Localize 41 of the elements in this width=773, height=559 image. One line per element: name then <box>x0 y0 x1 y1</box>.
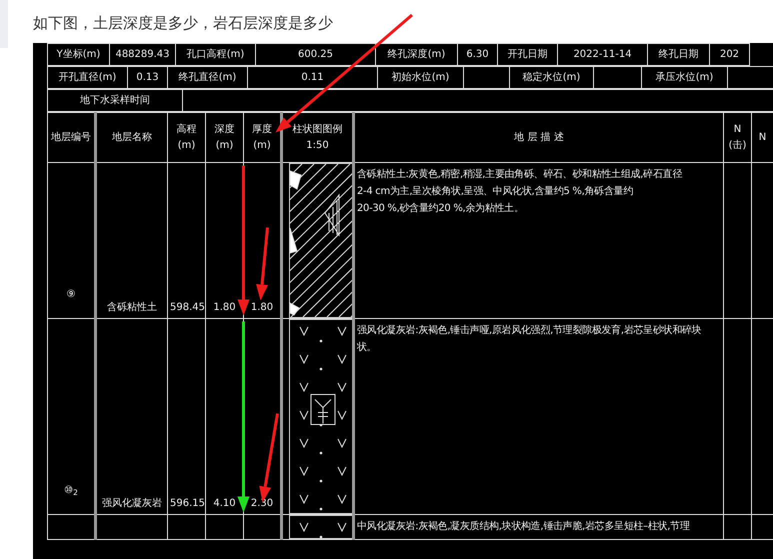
column-header: 厚度 (m) <box>252 122 272 152</box>
column-header: 地层编号 <box>51 130 91 144</box>
field-value: 2022-11-14 <box>558 44 648 66</box>
layer-name: 强风化凝灰岩 <box>102 498 162 509</box>
field-label: 开孔直径(m) <box>48 66 128 88</box>
column-header: 深度 (m) <box>214 122 234 152</box>
field-label: 稳定水位(m) <box>510 66 594 88</box>
thickness-value: 2.30 <box>250 498 274 509</box>
elevation-value: 598.45 <box>170 302 204 313</box>
elevation-value: 596.15 <box>170 498 204 509</box>
field-label: 开孔日期 <box>498 44 558 66</box>
column-header: 地层名称 <box>112 130 152 144</box>
field-label: 承压水位(m) <box>642 66 728 88</box>
field-label: 地下水采样时间 <box>48 90 182 112</box>
layer-number: ⑩$_{2}$ <box>64 485 78 496</box>
field-label: 终孔直径(m) <box>168 66 248 88</box>
layer-name: 含砾粘性土 <box>107 302 157 313</box>
layer-description: 含砾粘性土:灰黄色,稍密,稍湿,主要由角砾、碎石、砂和粘性土组成,碎石直径 2-4 cm为主,呈次棱角状,呈强、中风化状,含量约5 %,角砾含量约 20-30 %,砂含量约20 %,余为粘性土。 <box>357 168 682 216</box>
field-label: 终孔日期 <box>648 44 710 66</box>
column-header: 柱状图图例 1:50 <box>292 122 342 152</box>
field-label: 孔口高程(m) <box>176 44 256 66</box>
field-value: 600.25 <box>256 44 376 66</box>
field-value: 488289.43 <box>110 44 176 66</box>
layer-description: 中风化凝灰岩:灰褐色,凝灰质结构,块状构造,锤击声脆,岩芯多呈短柱–柱状,节理 <box>357 520 690 534</box>
depth-value: 4.10 <box>213 498 236 509</box>
layer-number: ⑨ <box>66 289 76 300</box>
layer-description: 强风化凝灰岩:灰褐色,锤击声哑,原岩风化强烈,节理裂隙极发育,岩芯呈砂状和碎块 状。 <box>357 324 702 355</box>
column-header: 地 层 描 述 <box>514 130 564 144</box>
thickness-value: 1.80 <box>250 302 274 313</box>
depth-value: 1.80 <box>213 302 236 313</box>
field-label: 初始水位(m) <box>378 66 464 88</box>
field-value: 0.11 <box>248 66 378 88</box>
column-header: N (击) <box>728 122 746 152</box>
field-label: Y坐标(m) <box>48 44 110 66</box>
column-header: 高程 (m) <box>176 122 196 152</box>
column-header: N <box>758 130 766 144</box>
question-text: 如下图，土层深度是多少，岩石层深度是多少 <box>33 13 333 33</box>
field-value: 0.13 <box>128 66 168 88</box>
field-value: 202 <box>710 44 750 66</box>
field-label: 终孔深度(m) <box>376 44 458 66</box>
field-value: 6.30 <box>458 44 498 66</box>
